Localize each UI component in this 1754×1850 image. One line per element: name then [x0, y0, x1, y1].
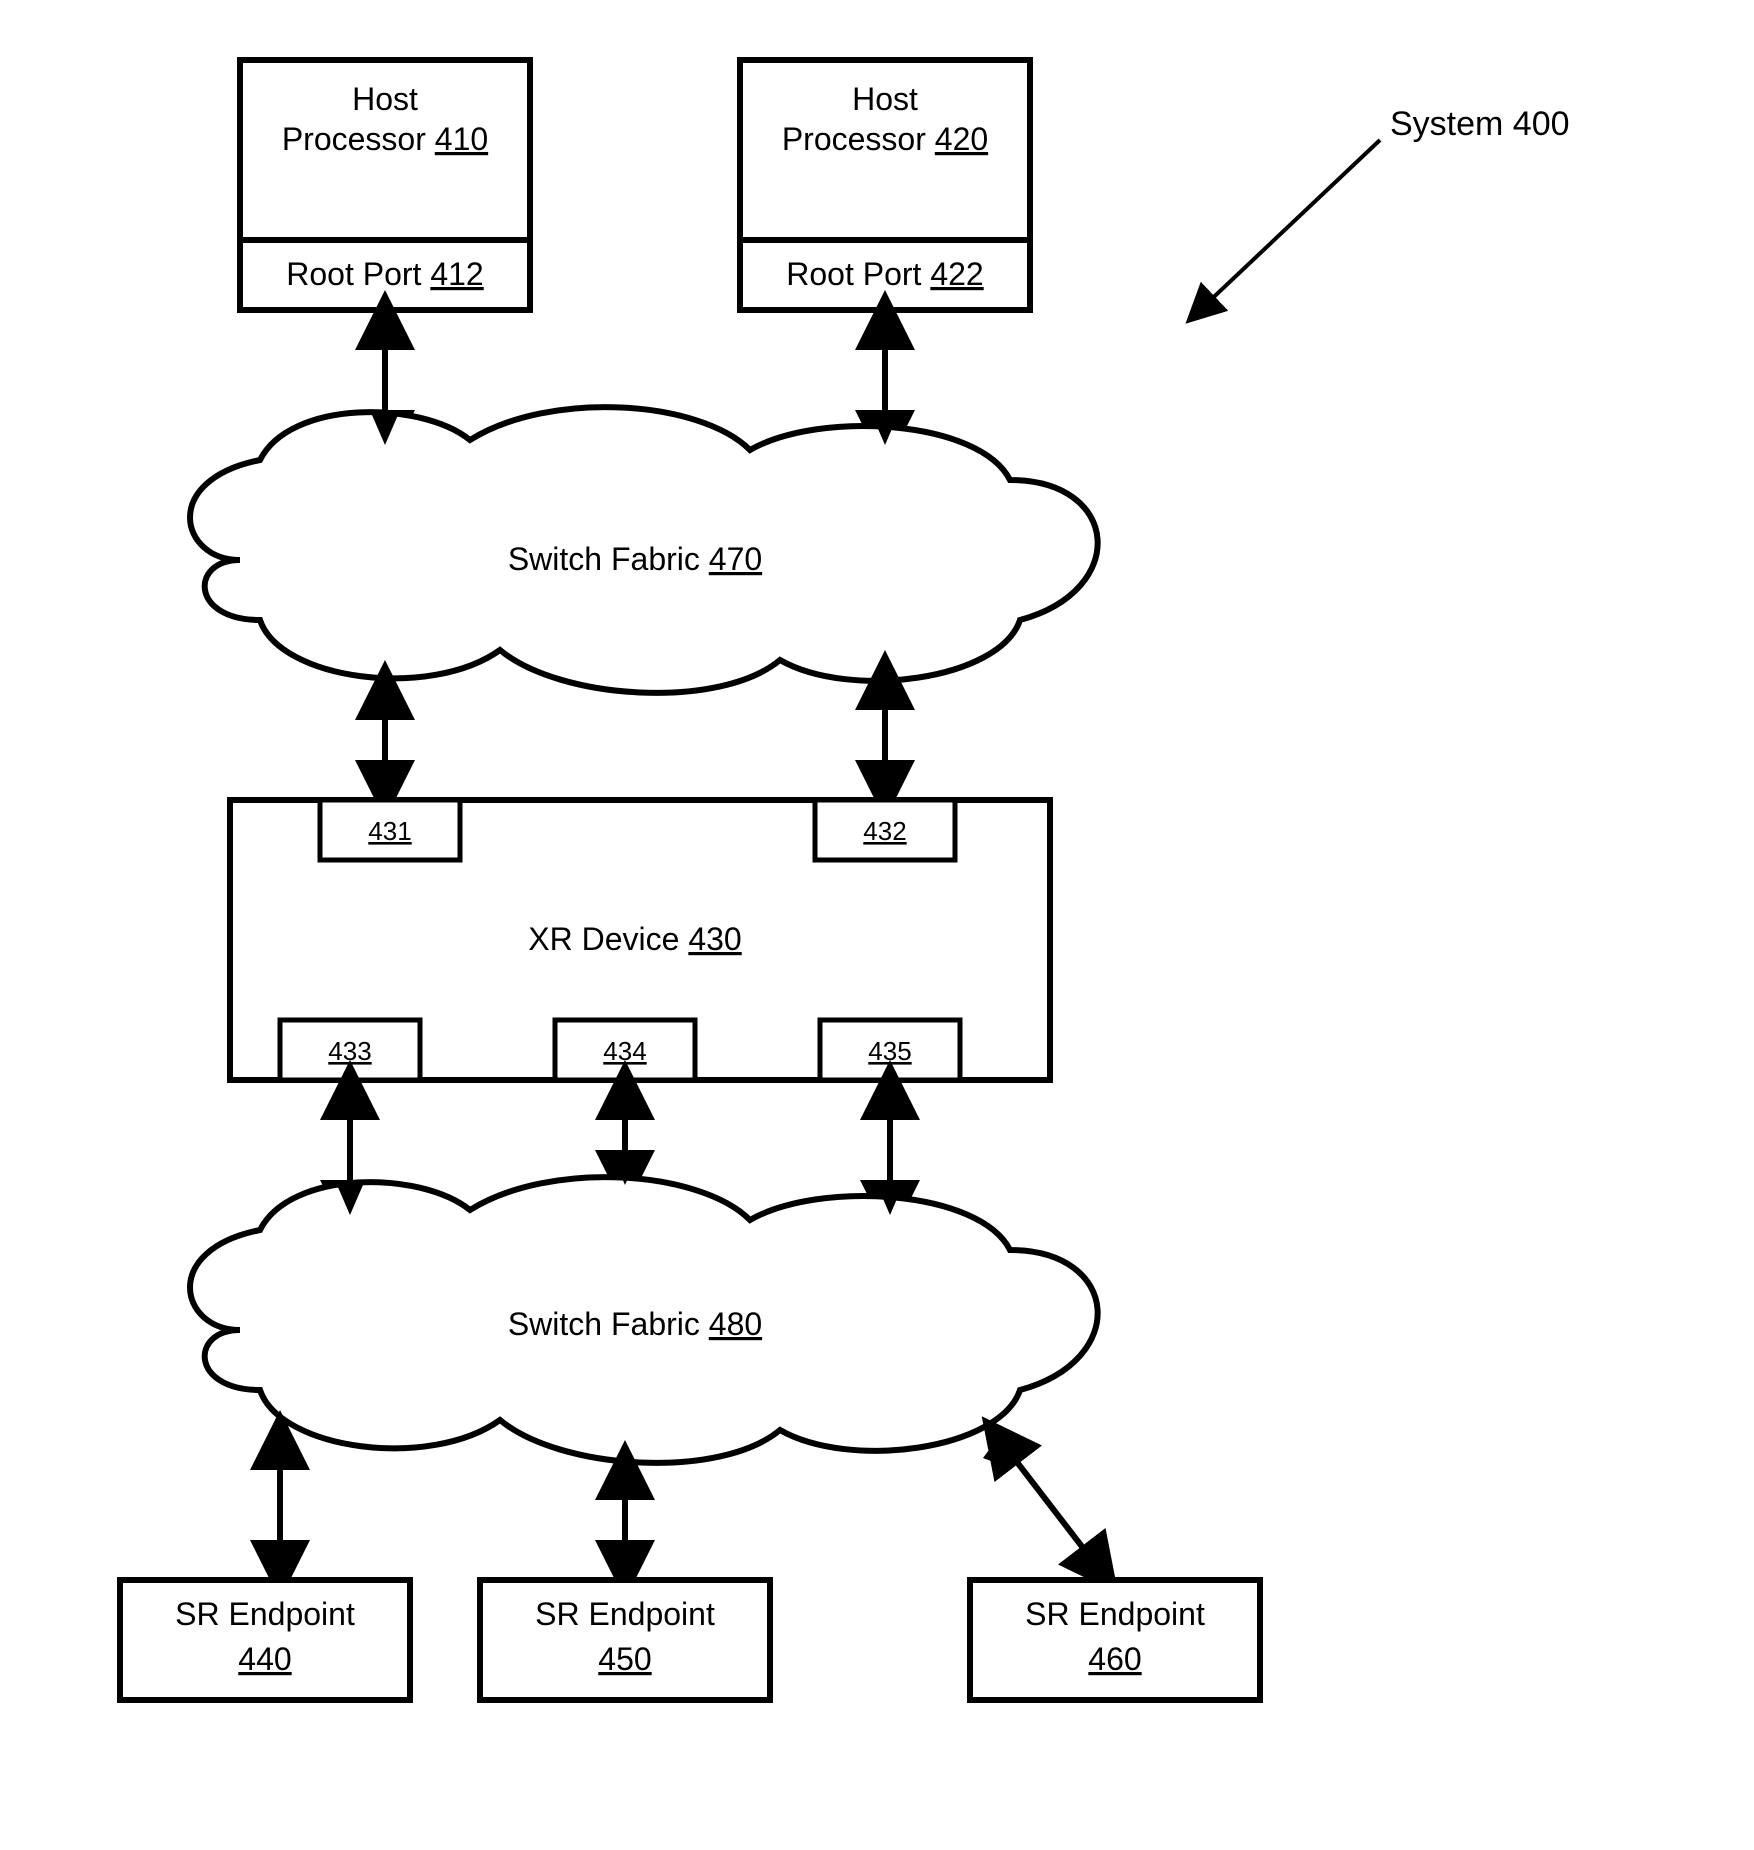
callout-arrow	[1200, 140, 1380, 310]
host2-ref: 420	[935, 121, 988, 157]
host2-title: Host	[852, 81, 918, 117]
xr-device-430: XR Device 430 431 432 433 434 435	[230, 800, 1050, 1080]
diagram-canvas: System 400 Host Processor 410 Root Port …	[0, 0, 1754, 1850]
switch-fabric-480: Switch Fabric 480	[190, 1177, 1098, 1463]
ep3-ref: 460	[1088, 1641, 1141, 1677]
xr-port-431: 431	[368, 816, 411, 846]
host2-subtitle: Processor	[782, 121, 926, 157]
ep1-title: SR Endpoint	[175, 1596, 355, 1632]
sr-endpoint-460: SR Endpoint 460	[970, 1580, 1260, 1700]
fabric1-label: Switch Fabric	[508, 541, 700, 577]
host1-title: Host	[352, 81, 418, 117]
svg-text:Root Port 412: Root Port 412	[286, 256, 483, 292]
fabric1-ref: 470	[709, 541, 762, 577]
xr-port-434: 434	[603, 1036, 646, 1066]
svg-text:Switch Fabric 47: Switch Fabric 470	[508, 541, 762, 577]
fabric2-label: Switch Fabric	[508, 1306, 700, 1342]
system-label: System 400	[1390, 105, 1570, 143]
fabric2-ref: 480	[709, 1306, 762, 1342]
host2-port-ref: 422	[930, 256, 983, 292]
xr-label: XR Device	[528, 921, 679, 957]
xr-ref: 430	[688, 921, 741, 957]
ep2-title: SR Endpoint	[535, 1596, 715, 1632]
ep2-ref: 450	[598, 1641, 651, 1677]
svg-text:XR Device 430: XR Device 430	[528, 921, 741, 957]
xr-port-435: 435	[868, 1036, 911, 1066]
svg-text:Root Port 422: Root Port 422	[786, 256, 983, 292]
sr-endpoint-440: SR Endpoint 440	[120, 1580, 410, 1700]
host2-port-label: Root Port	[786, 256, 921, 292]
host1-port-label: Root Port	[286, 256, 421, 292]
host-processor-420: Host Processor 420 Root Port 422	[740, 60, 1030, 310]
xr-port-432: 432	[863, 816, 906, 846]
host1-subtitle: Processor	[282, 121, 426, 157]
host-processor-410: Host Processor 410 Root Port 412	[240, 60, 530, 310]
svg-text:Processor 420: Processor 420	[782, 121, 988, 157]
host1-port-ref: 412	[430, 256, 483, 292]
host1-ref: 410	[435, 121, 488, 157]
ep3-title: SR Endpoint	[1025, 1596, 1205, 1632]
ep1-ref: 440	[238, 1641, 291, 1677]
switch-fabric-470: Switch Fabric 470	[190, 407, 1098, 693]
svg-text:Switch Fabric 48: Switch Fabric 480	[508, 1306, 762, 1342]
sr-endpoint-450: SR Endpoint 450	[480, 1580, 770, 1700]
xr-port-433: 433	[328, 1036, 371, 1066]
svg-text:Processor 410: Processor 410	[282, 121, 488, 157]
